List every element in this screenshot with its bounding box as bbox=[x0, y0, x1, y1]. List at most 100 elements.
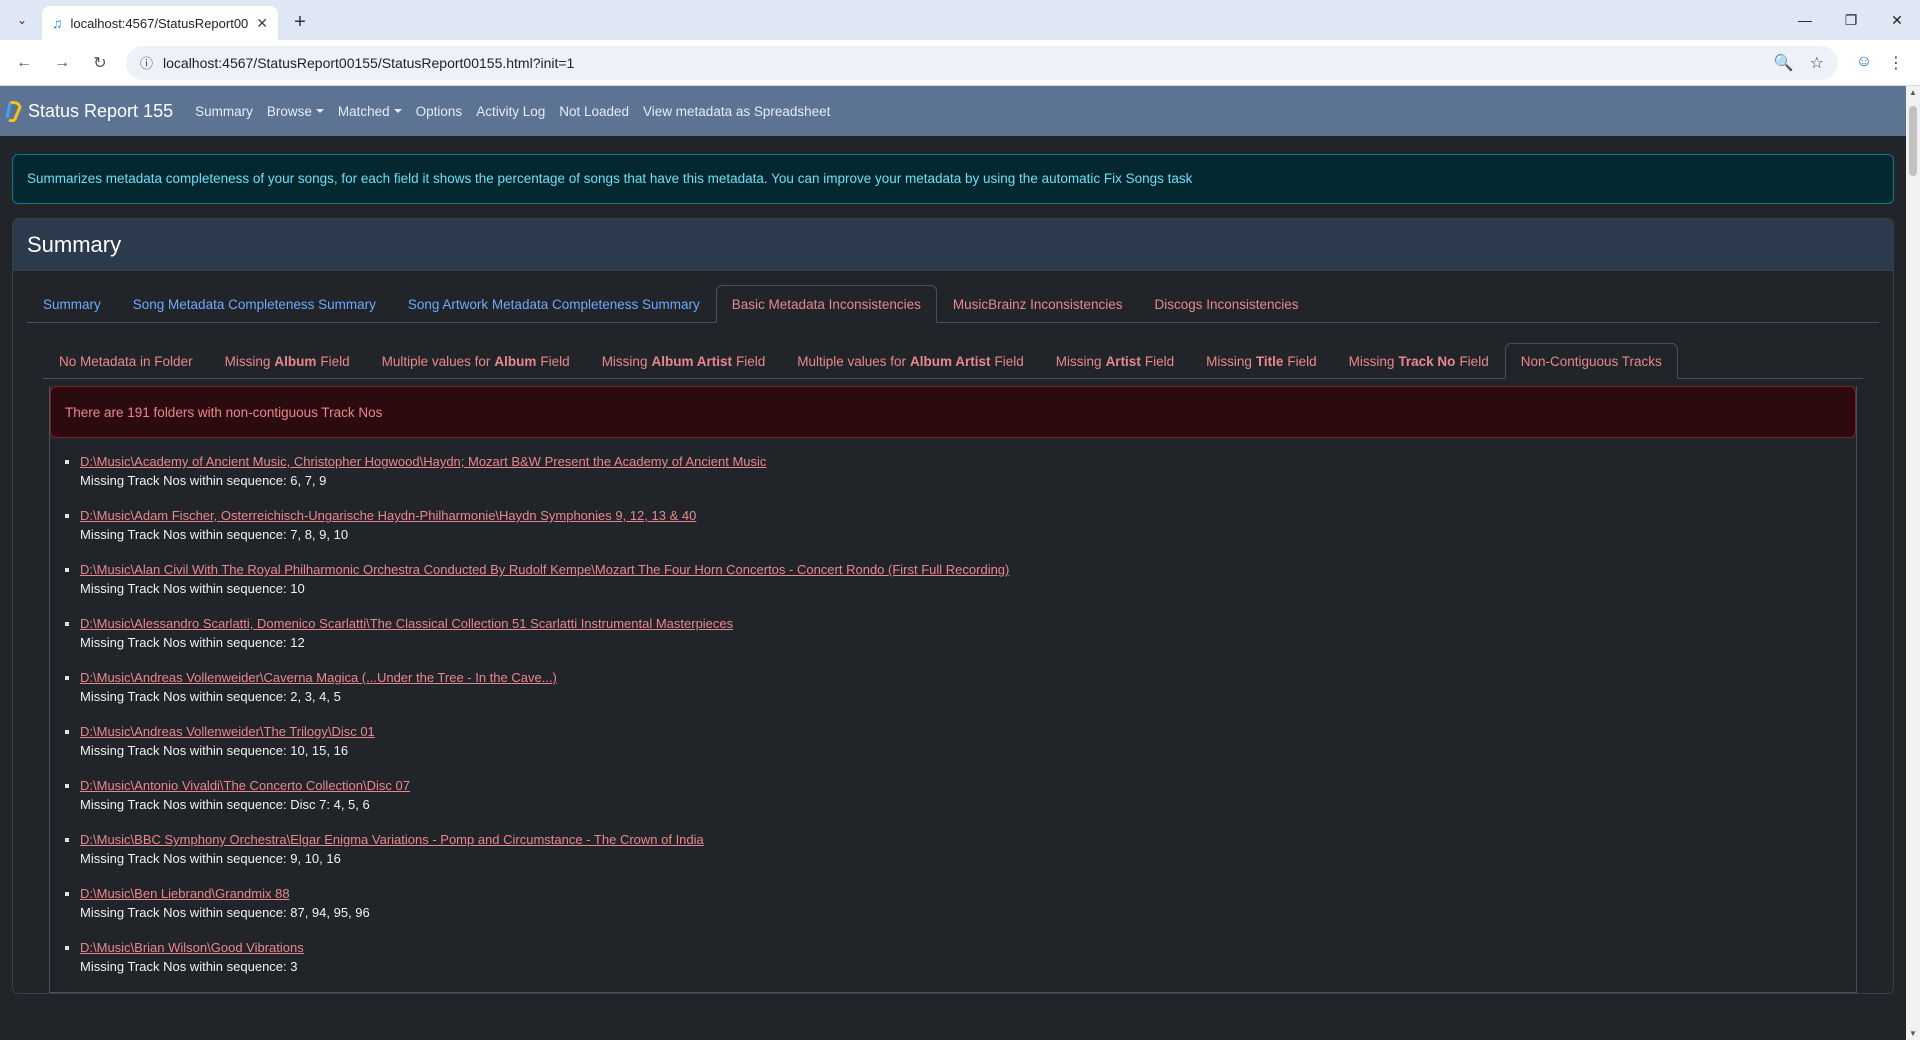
main-tabs: Summary Song Metadata Completeness Summa… bbox=[27, 285, 1879, 323]
subtab-field: Artist bbox=[1105, 353, 1141, 369]
subtab-field: Track No bbox=[1398, 353, 1456, 369]
missing-tracks: Missing Track Nos within sequence: 3 bbox=[80, 959, 298, 974]
subtab-label: Multiple values for bbox=[797, 353, 907, 369]
missing-tracks: Missing Track Nos within sequence: 9, 10… bbox=[80, 851, 341, 866]
subtab-label: Missing bbox=[1206, 353, 1252, 369]
list-item: D:\Music\Andreas Vollenweider\The Trilog… bbox=[80, 722, 1856, 760]
missing-tracks: Missing Track Nos within sequence: 7, 8,… bbox=[80, 527, 349, 542]
subtab-missing-album-artist[interactable]: Missing Album Artist Field bbox=[586, 343, 782, 379]
subtab-multiple-album[interactable]: Multiple values for Album Field bbox=[366, 343, 586, 379]
missing-tracks: Missing Track Nos within sequence: 10 bbox=[80, 581, 305, 596]
list-item: D:\Music\Alessandro Scarlatti, Domenico … bbox=[80, 614, 1856, 652]
list-item: D:\Music\Brian Wilson\Good Vibrations Mis… bbox=[80, 938, 1856, 976]
close-tab-icon[interactable]: ✕ bbox=[256, 15, 268, 32]
subtab-suffix: Field bbox=[1459, 353, 1489, 369]
folder-link[interactable]: D:\Music\Adam Fischer, Osterreichisch-Un… bbox=[80, 506, 1856, 525]
folder-link[interactable]: D:\Music\Antonio Vivaldi\The Concerto Co… bbox=[80, 776, 1856, 795]
subtab-label: Multiple values for bbox=[381, 353, 491, 369]
nav-options[interactable]: Options bbox=[416, 104, 463, 119]
tab-summary[interactable]: Summary bbox=[27, 285, 117, 323]
scroll-up-icon[interactable]: ▲ bbox=[1906, 88, 1920, 97]
folder-link[interactable]: D:\Music\Alessandro Scarlatti, Domenico … bbox=[80, 614, 1856, 633]
sub-tabs: No Metadata in Folder Missing Album Field … bbox=[43, 343, 1863, 379]
subtab-missing-track-no[interactable]: Missing Track No Field bbox=[1333, 343, 1505, 379]
list-item: D:\Music\Alan Civil With The Royal Philh… bbox=[80, 560, 1856, 598]
subtab-label: Missing bbox=[601, 353, 648, 369]
info-alert: Summarizes metadata completeness of your… bbox=[12, 154, 1894, 204]
tab-song-artwork-completeness[interactable]: Song Artwork Metadata Completeness Summa… bbox=[392, 285, 716, 323]
scrollbar-thumb[interactable] bbox=[1909, 106, 1917, 176]
subtab-field: Album Artist bbox=[651, 353, 732, 369]
zoom-icon[interactable]: 🔍 bbox=[1774, 53, 1794, 73]
nav-view-spreadsheet[interactable]: View metadata as Spreadsheet bbox=[643, 104, 830, 119]
page-scrollbar[interactable]: ▲ ▼ bbox=[1906, 86, 1920, 1040]
back-arrow-icon[interactable]: ← bbox=[8, 47, 40, 79]
subtab-suffix: Field bbox=[994, 353, 1024, 369]
subtab-field: Album bbox=[494, 353, 537, 369]
tab-discogs-inconsistencies[interactable]: Discogs Inconsistencies bbox=[1138, 285, 1314, 323]
site-info-icon[interactable]: ⓘ bbox=[140, 53, 153, 72]
card-title: Summary bbox=[13, 219, 1893, 271]
subtab-field: Title bbox=[1255, 353, 1284, 369]
missing-tracks: Missing Track Nos within sequence: 10, 1… bbox=[80, 743, 349, 758]
subtab-no-metadata-in-folder[interactable]: No Metadata in Folder bbox=[43, 343, 209, 379]
subtab-multiple-album-artist[interactable]: Multiple values for Album Artist Field bbox=[781, 343, 1040, 379]
profile-icon[interactable]: ☺ bbox=[1848, 53, 1880, 73]
restore-icon[interactable]: ❐ bbox=[1828, 0, 1874, 40]
url-input[interactable]: ⓘ localhost:4567/StatusReport00155/Statu… bbox=[126, 45, 1838, 80]
summary-card: Summary Summary Song Metadata Completene… bbox=[12, 218, 1894, 994]
folder-link[interactable]: D:\Music\Brian Wilson\Good Vibrations bbox=[80, 938, 1856, 957]
folder-link[interactable]: D:\Music\Academy of Ancient Music, Chris… bbox=[80, 452, 1856, 471]
subtab-non-contiguous-tracks[interactable]: Non-Contiguous Tracks bbox=[1504, 343, 1678, 379]
list-item: D:\Music\Andreas Vollenweider\Caverna Ma… bbox=[80, 668, 1856, 706]
browser-tab-title: localhost:4567/StatusReport00155 bbox=[70, 15, 249, 31]
menu-kebab-icon[interactable]: ⋮ bbox=[1880, 53, 1912, 73]
missing-tracks: Missing Track Nos within sequence: Disc … bbox=[80, 797, 370, 812]
tab-song-metadata-completeness[interactable]: Song Metadata Completeness Summary bbox=[117, 285, 392, 323]
page-viewport: ▲ ▼ Status Report 155 Summary Browse Mat… bbox=[0, 86, 1920, 1040]
address-bar: ← → ↻ ⓘ localhost:4567/StatusReport00155… bbox=[0, 40, 1920, 86]
tab-search-chevron-icon[interactable]: ⌄ bbox=[8, 6, 36, 34]
new-tab-plus-icon[interactable]: + bbox=[286, 8, 314, 36]
folder-link[interactable]: D:\Music\Andreas Vollenweider\Caverna Ma… bbox=[80, 668, 1856, 687]
missing-tracks: Missing Track Nos within sequence: 87, 9… bbox=[80, 905, 370, 920]
subtab-suffix: Field bbox=[1144, 353, 1175, 369]
folder-list: D:\Music\Academy of Ancient Music, Chris… bbox=[50, 438, 1856, 976]
window-controls: — ❐ ✕ bbox=[1782, 0, 1920, 40]
nav-activity-log[interactable]: Activity Log bbox=[476, 104, 545, 119]
subtab-label: Missing bbox=[1348, 353, 1395, 369]
subtab-label: Non-Contiguous Tracks bbox=[1520, 353, 1662, 369]
tab-musicbrainz-inconsistencies[interactable]: MusicBrainz Inconsistencies bbox=[937, 285, 1139, 323]
subtab-missing-title[interactable]: Missing Title Field bbox=[1190, 343, 1333, 379]
subtab-missing-artist[interactable]: Missing Artist Field bbox=[1040, 343, 1190, 379]
folder-link[interactable]: D:\Music\BBC Symphony Orchestra\Elgar En… bbox=[80, 830, 1856, 849]
folder-link[interactable]: D:\Music\Alan Civil With The Royal Philh… bbox=[80, 560, 1856, 579]
scroll-down-icon[interactable]: ▼ bbox=[1906, 1029, 1920, 1038]
url-text: localhost:4567/StatusReport00155/StatusR… bbox=[163, 54, 575, 71]
subtab-label: Missing bbox=[1055, 353, 1102, 369]
bookmark-star-icon[interactable]: ☆ bbox=[1810, 53, 1824, 73]
browser-tab-strip: ⌄ ♫ localhost:4567/StatusReport00155 ✕ +… bbox=[0, 0, 1920, 40]
nav-matched-dropdown[interactable]: Matched bbox=[338, 104, 402, 119]
music-note-favicon-icon: ♫ bbox=[52, 15, 63, 31]
subtab-suffix: Field bbox=[735, 353, 766, 369]
reload-icon[interactable]: ↻ bbox=[84, 47, 116, 79]
logo-icon bbox=[5, 101, 22, 122]
subtab-label: No Metadata in Folder bbox=[59, 353, 193, 369]
browser-tab[interactable]: ♫ localhost:4567/StatusReport00155 ✕ bbox=[42, 6, 278, 40]
tab-basic-metadata-inconsistencies[interactable]: Basic Metadata Inconsistencies bbox=[715, 285, 937, 323]
minimize-icon[interactable]: — bbox=[1782, 0, 1828, 40]
nav-not-loaded[interactable]: Not Loaded bbox=[559, 104, 629, 119]
close-window-icon[interactable]: ✕ bbox=[1874, 0, 1920, 40]
nav-browse-dropdown[interactable]: Browse bbox=[267, 104, 324, 119]
subtab-missing-album[interactable]: Missing Album Field bbox=[209, 343, 366, 379]
brand[interactable]: Status Report 155 bbox=[4, 100, 173, 122]
list-item: D:\Music\Antonio Vivaldi\The Concerto Co… bbox=[80, 776, 1856, 814]
subtab-field: Album bbox=[274, 353, 317, 369]
brand-title: Status Report 155 bbox=[28, 100, 174, 121]
folder-link[interactable]: D:\Music\Ben Liebrand\Grandmix 88 bbox=[80, 884, 1856, 903]
folder-link[interactable]: D:\Music\Andreas Vollenweider\The Trilog… bbox=[80, 722, 1856, 741]
nav-summary[interactable]: Summary bbox=[195, 104, 253, 119]
danger-alert: There are 191 folders with non-contiguou… bbox=[50, 386, 1856, 438]
forward-arrow-icon[interactable]: → bbox=[46, 47, 78, 79]
